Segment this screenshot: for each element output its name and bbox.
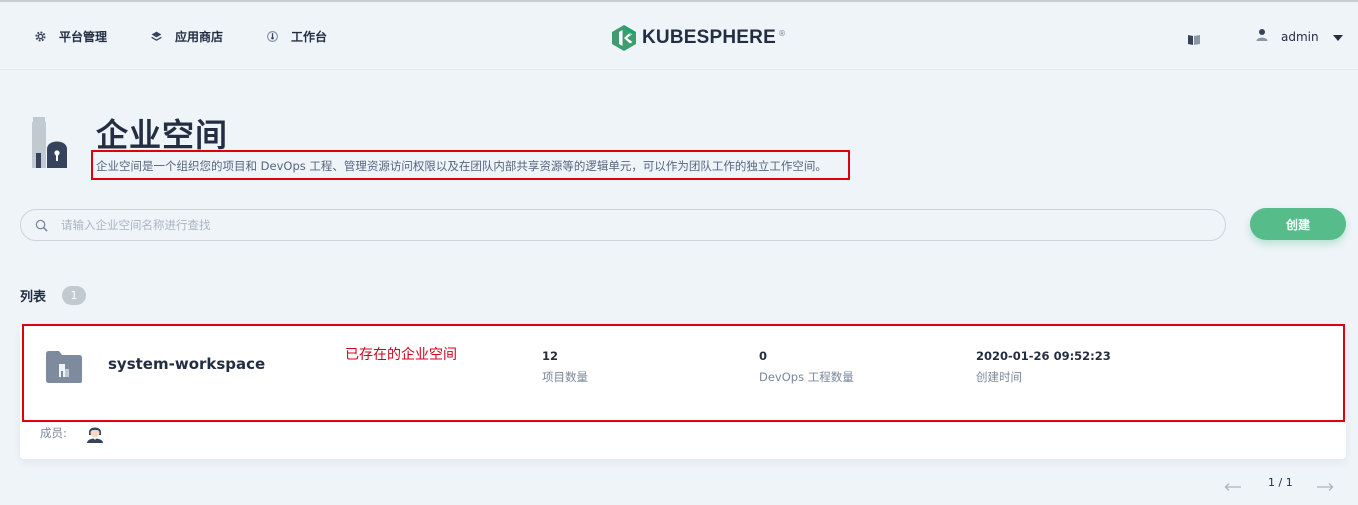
nav-label: 平台管理	[59, 29, 108, 44]
next-page-icon[interactable]	[1316, 477, 1334, 496]
page-description: 企业空间是一个组织您的项目和 DevOps 工程、管理资源访问权限以及在团队内部…	[96, 159, 827, 173]
nav-label: 工作台	[291, 29, 328, 44]
user-icon	[1256, 28, 1268, 45]
workspace-folder-icon	[45, 350, 83, 388]
search-bar[interactable]	[20, 209, 1226, 241]
nav-label: 应用商店	[175, 29, 224, 44]
username: admin	[1281, 29, 1319, 44]
nav-platform-management[interactable]: 平台管理	[33, 26, 107, 46]
devops-count-value: 0	[759, 349, 768, 363]
created-time-value: 2020-01-26 09:52:23	[976, 349, 1111, 363]
annotation-text: 已存在的企业空间	[345, 347, 457, 363]
search-icon	[35, 219, 48, 232]
list-count-badge: 1	[62, 286, 86, 305]
create-button[interactable]: 创建	[1250, 208, 1346, 240]
chevron-down-icon	[1332, 30, 1343, 44]
kubesphere-logo-icon	[612, 25, 636, 51]
pagination-text: 1 / 1	[1268, 476, 1293, 489]
search-input[interactable]	[61, 218, 1161, 232]
created-time-label: 创建时间	[976, 370, 1022, 384]
registered-mark: ®	[777, 28, 786, 38]
dashboard-icon	[265, 29, 279, 43]
top-navigation: 平台管理 应用商店 工作台 KUBESPHERE ® admin	[0, 2, 1358, 70]
list-title: 列表	[20, 290, 47, 305]
project-count-value: 12	[542, 349, 559, 363]
logo-text: KUBESPHERE	[642, 27, 776, 48]
workspace-name[interactable]: system-workspace	[108, 355, 265, 373]
card-highlight-box	[22, 324, 1345, 422]
workspace-building-icon	[30, 117, 70, 173]
nav-app-store[interactable]: 应用商店	[149, 26, 223, 46]
members-label: 成员:	[40, 426, 67, 440]
stack-icon	[149, 29, 163, 43]
card-footer	[20, 422, 1346, 459]
previous-page-icon[interactable]	[1224, 477, 1242, 496]
user-menu[interactable]: admin	[1256, 28, 1343, 45]
member-avatar[interactable]	[86, 423, 104, 447]
kubesphere-logo[interactable]: KUBESPHERE ®	[611, 24, 786, 52]
project-count-label: 项目数量	[542, 370, 588, 384]
devops-count-label: DevOps 工程数量	[759, 370, 854, 384]
gear-icon	[33, 29, 47, 43]
documentation-icon[interactable]	[1187, 31, 1201, 50]
nav-workbench[interactable]: 工作台	[265, 26, 327, 46]
